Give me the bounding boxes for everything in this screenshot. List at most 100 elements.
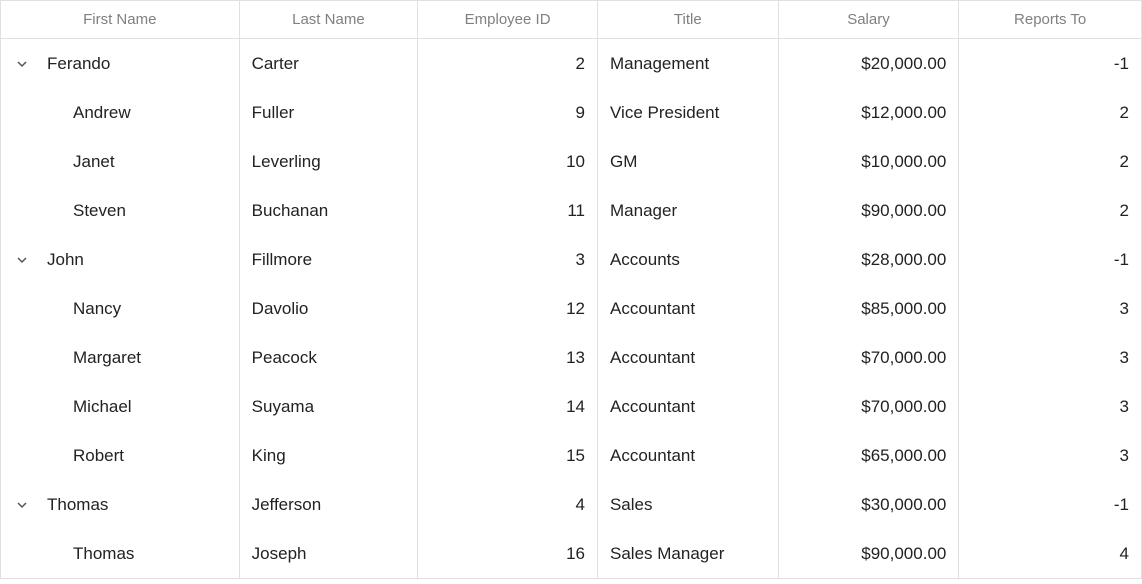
cell-first-name: Michael: [1, 382, 240, 431]
table-row[interactable]: Steven Buchanan11Manager$90,000.002: [1, 186, 1141, 235]
cell-title: Accounts: [598, 235, 779, 284]
cell-salary: $90,000.00: [779, 529, 960, 578]
first-name-text: Thomas: [73, 544, 134, 564]
cell-first-name: Andrew: [1, 88, 240, 137]
header-first-name[interactable]: First Name: [1, 1, 240, 39]
table-row[interactable]: Robert King15Accountant$65,000.003: [1, 431, 1141, 480]
cell-first-name: Thomas: [1, 529, 240, 578]
cell-reports-to: 2: [959, 137, 1141, 186]
cell-last-name: Fuller: [240, 88, 419, 137]
cell-employee-id: 3: [418, 235, 598, 284]
cell-reports-to: -1: [959, 39, 1141, 88]
cell-title: Accountant: [598, 382, 779, 431]
cell-title: Manager: [598, 186, 779, 235]
cell-reports-to: 2: [959, 88, 1141, 137]
cell-salary: $12,000.00: [779, 88, 960, 137]
cell-employee-id: 14: [418, 382, 598, 431]
table-row[interactable]: Thomas Joseph16Sales Manager$90,000.004: [1, 529, 1141, 578]
header-title[interactable]: Title: [598, 1, 779, 39]
cell-reports-to: 3: [959, 333, 1141, 382]
cell-employee-id: 10: [418, 137, 598, 186]
cell-first-name: Robert: [1, 431, 240, 480]
cell-title: Sales Manager: [598, 529, 779, 578]
cell-employee-id: 13: [418, 333, 598, 382]
table-row[interactable]: John Fillmore3Accounts$28,000.00-1: [1, 235, 1141, 284]
cell-reports-to: 4: [959, 529, 1141, 578]
cell-first-name: Margaret: [1, 333, 240, 382]
tree-grid: First Name Last Name Employee ID Title S…: [0, 0, 1142, 579]
table-row[interactable]: Thomas Jefferson4Sales$30,000.00-1: [1, 480, 1141, 529]
cell-employee-id: 2: [418, 39, 598, 88]
cell-title: Accountant: [598, 284, 779, 333]
header-salary[interactable]: Salary: [779, 1, 960, 39]
first-name-text: Margaret: [73, 348, 141, 368]
cell-first-name: Steven: [1, 186, 240, 235]
cell-reports-to: -1: [959, 235, 1141, 284]
cell-last-name: Joseph: [240, 529, 419, 578]
cell-last-name: King: [240, 431, 419, 480]
chevron-down-icon[interactable]: [15, 57, 29, 71]
first-name-text: Ferando: [47, 54, 110, 74]
header-last-name[interactable]: Last Name: [240, 1, 419, 39]
first-name-text: Steven: [73, 201, 126, 221]
first-name-text: Janet: [73, 152, 115, 172]
table-row[interactable]: Margaret Peacock13Accountant$70,000.003: [1, 333, 1141, 382]
cell-reports-to: 3: [959, 431, 1141, 480]
cell-last-name: Peacock: [240, 333, 419, 382]
cell-title: GM: [598, 137, 779, 186]
table-row[interactable]: Michael Suyama14Accountant$70,000.003: [1, 382, 1141, 431]
cell-title: Sales: [598, 480, 779, 529]
cell-reports-to: -1: [959, 480, 1141, 529]
cell-title: Accountant: [598, 333, 779, 382]
header-row: First Name Last Name Employee ID Title S…: [1, 1, 1141, 39]
first-name-text: Thomas: [47, 495, 108, 515]
cell-reports-to: 3: [959, 382, 1141, 431]
cell-reports-to: 2: [959, 186, 1141, 235]
cell-salary: $65,000.00: [779, 431, 960, 480]
cell-title: Accountant: [598, 431, 779, 480]
cell-first-name: John: [1, 235, 240, 284]
cell-employee-id: 11: [418, 186, 598, 235]
cell-first-name: Thomas: [1, 480, 240, 529]
cell-salary: $10,000.00: [779, 137, 960, 186]
cell-employee-id: 15: [418, 431, 598, 480]
first-name-text: John: [47, 250, 84, 270]
cell-first-name: Janet: [1, 137, 240, 186]
cell-salary: $70,000.00: [779, 382, 960, 431]
cell-salary: $85,000.00: [779, 284, 960, 333]
first-name-text: Michael: [73, 397, 132, 417]
cell-last-name: Jefferson: [240, 480, 419, 529]
table-row[interactable]: Ferando Carter2Management$20,000.00-1: [1, 39, 1141, 88]
cell-employee-id: 4: [418, 480, 598, 529]
cell-title: Management: [598, 39, 779, 88]
table-row[interactable]: Nancy Davolio12Accountant$85,000.003: [1, 284, 1141, 333]
cell-last-name: Buchanan: [240, 186, 419, 235]
cell-salary: $30,000.00: [779, 480, 960, 529]
cell-salary: $28,000.00: [779, 235, 960, 284]
chevron-down-icon[interactable]: [15, 498, 29, 512]
cell-last-name: Leverling: [240, 137, 419, 186]
cell-employee-id: 9: [418, 88, 598, 137]
first-name-text: Nancy: [73, 299, 121, 319]
header-reports-to[interactable]: Reports To: [959, 1, 1141, 39]
rows-container: FerandoCarter2Management$20,000.00-1Andr…: [1, 39, 1141, 578]
cell-last-name: Suyama: [240, 382, 419, 431]
cell-salary: $90,000.00: [779, 186, 960, 235]
cell-employee-id: 16: [418, 529, 598, 578]
cell-employee-id: 12: [418, 284, 598, 333]
table-row[interactable]: Andrew Fuller9Vice President$12,000.002: [1, 88, 1141, 137]
cell-last-name: Davolio: [240, 284, 419, 333]
chevron-down-icon[interactable]: [15, 253, 29, 267]
cell-salary: $20,000.00: [779, 39, 960, 88]
cell-first-name: Ferando: [1, 39, 240, 88]
cell-salary: $70,000.00: [779, 333, 960, 382]
cell-title: Vice President: [598, 88, 779, 137]
cell-reports-to: 3: [959, 284, 1141, 333]
table-row[interactable]: Janet Leverling10GM$10,000.002: [1, 137, 1141, 186]
first-name-text: Robert: [73, 446, 124, 466]
first-name-text: Andrew: [73, 103, 131, 123]
cell-first-name: Nancy: [1, 284, 240, 333]
cell-last-name: Carter: [240, 39, 419, 88]
header-employee-id[interactable]: Employee ID: [418, 1, 598, 39]
cell-last-name: Fillmore: [240, 235, 419, 284]
